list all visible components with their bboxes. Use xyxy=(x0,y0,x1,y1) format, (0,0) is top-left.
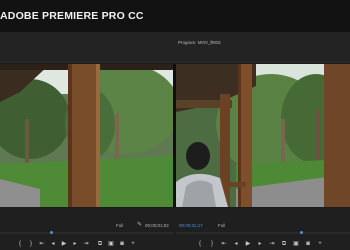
title-bar: ADOBE PREMIERE PRO CC xyxy=(0,0,350,32)
monitor-header xyxy=(0,32,350,63)
wrench-icon[interactable]: ✎ xyxy=(137,222,142,228)
step-forward-icon[interactable]: ▸ xyxy=(71,240,79,248)
program-step-back-icon[interactable]: ◂ xyxy=(232,240,240,248)
overwrite-icon[interactable]: ▣ xyxy=(107,240,115,248)
mark-in-icon[interactable]: { xyxy=(16,240,24,248)
program-monitor-video[interactable] xyxy=(176,64,350,207)
program-overwrite-icon[interactable]: ▣ xyxy=(292,240,300,248)
program-go-to-out-icon[interactable]: ⇥ xyxy=(268,240,276,248)
source-playhead[interactable] xyxy=(50,231,53,234)
program-time-ruler[interactable] xyxy=(176,232,350,234)
source-timecode[interactable]: 00;00;01;02 xyxy=(145,223,169,228)
play-icon[interactable]: ▶ xyxy=(60,240,68,248)
program-play-icon[interactable]: ▶ xyxy=(244,240,252,248)
program-monitor-label[interactable]: Program: MOV_0003 xyxy=(178,40,221,45)
go-to-in-icon[interactable]: ⇤ xyxy=(38,240,46,248)
program-frame-image xyxy=(176,64,350,207)
program-playhead[interactable] xyxy=(300,231,303,234)
app-title: ADOBE PREMIERE PRO CC xyxy=(0,10,144,22)
program-insert-icon[interactable]: ⧉ xyxy=(280,240,288,248)
button-editor-icon[interactable]: + xyxy=(129,240,137,248)
source-monitor-video[interactable] xyxy=(0,64,173,207)
program-mark-out-icon[interactable]: } xyxy=(208,240,216,248)
source-fit-dropdown[interactable]: Full xyxy=(116,223,123,228)
program-step-forward-icon[interactable]: ▸ xyxy=(256,240,264,248)
source-frame-image xyxy=(0,64,173,207)
program-button-editor-icon[interactable]: + xyxy=(316,240,324,248)
program-export-frame-icon[interactable]: ◙ xyxy=(304,240,312,248)
program-mark-in-icon[interactable]: { xyxy=(196,240,204,248)
chevron-right-icon[interactable]: » xyxy=(210,39,213,45)
go-to-out-icon[interactable]: ⇥ xyxy=(82,240,90,248)
source-time-ruler[interactable] xyxy=(0,232,173,234)
step-back-icon[interactable]: ◂ xyxy=(49,240,57,248)
export-frame-icon[interactable]: ◙ xyxy=(118,240,126,248)
mark-out-icon[interactable]: } xyxy=(27,240,35,248)
program-fit-dropdown[interactable]: Full xyxy=(218,223,225,228)
program-playhead-timecode[interactable]: 00;00;31;17 xyxy=(179,223,203,228)
program-go-to-in-icon[interactable]: ⇤ xyxy=(220,240,228,248)
insert-icon[interactable]: ⧉ xyxy=(96,240,104,248)
